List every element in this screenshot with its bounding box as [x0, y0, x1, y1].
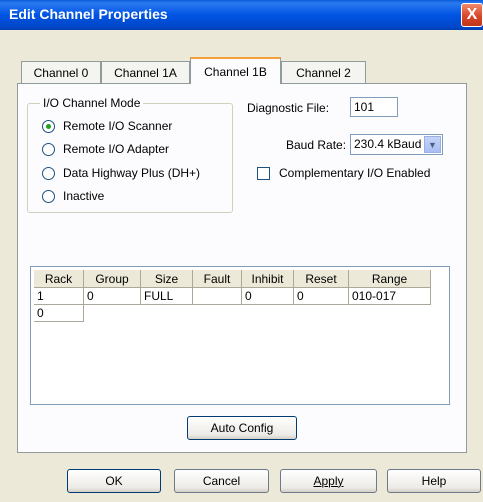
table-cell-fault[interactable] — [193, 288, 242, 305]
radio-label-remote-io-scanner: Remote I/O Scanner — [63, 119, 173, 133]
table-cell-size[interactable]: FULL — [141, 288, 193, 305]
column-header-rack[interactable]: Rack — [34, 270, 84, 288]
radio-remote-io-scanner[interactable] — [42, 120, 55, 133]
column-header-range[interactable]: Range — [349, 270, 431, 288]
column-header-group[interactable]: Group — [84, 270, 141, 288]
auto-config-button[interactable]: Auto Config — [187, 416, 297, 440]
radio-inactive[interactable] — [42, 190, 55, 203]
complementary-io-label: Complementary I/O Enabled — [279, 166, 431, 180]
tab-channel-1b[interactable]: Channel 1B — [190, 57, 281, 84]
tab-channel-1a[interactable]: Channel 1A — [101, 61, 190, 83]
apply-button-label: Apply — [313, 474, 344, 488]
io-channel-mode-label: I/O Channel Mode — [40, 96, 144, 110]
table-new-row-rack[interactable]: 0 — [34, 305, 84, 322]
diagnostic-file-label: Diagnostic File: — [247, 101, 330, 115]
table-cell-reset[interactable]: 0 — [294, 288, 349, 305]
table-cell-rack[interactable]: 1 — [34, 288, 84, 305]
window-title: Edit Channel Properties — [9, 6, 168, 22]
baud-rate-select[interactable]: 230.4 kBaud ▼ — [350, 134, 443, 155]
complementary-io-checkbox[interactable] — [257, 167, 270, 180]
help-button[interactable]: Help — [387, 469, 481, 493]
table-cell-range[interactable]: 010-017 — [349, 288, 431, 305]
column-header-size[interactable]: Size — [141, 270, 193, 288]
table-cell-inhibit[interactable]: 0 — [242, 288, 294, 305]
table-cell-group[interactable]: 0 — [84, 288, 141, 305]
radio-label-data-highway-plus: Data Highway Plus (DH+) — [63, 166, 201, 180]
baud-rate-value: 230.4 kBaud — [354, 137, 422, 151]
column-header-inhibit[interactable]: Inhibit — [242, 270, 294, 288]
tab-channel-0[interactable]: Channel 0 — [21, 61, 101, 83]
ok-button[interactable]: OK — [67, 469, 161, 493]
radio-data-highway-plus[interactable] — [42, 167, 55, 180]
radio-remote-io-adapter[interactable] — [42, 143, 55, 156]
baud-rate-label: Baud Rate: — [286, 138, 347, 152]
apply-button[interactable]: Apply — [280, 469, 377, 493]
radio-label-inactive: Inactive — [63, 189, 105, 203]
chevron-down-icon[interactable]: ▼ — [424, 136, 441, 153]
radio-label-remote-io-adapter: Remote I/O Adapter — [63, 142, 170, 156]
close-button[interactable]: X — [461, 3, 483, 27]
diagnostic-file-input[interactable]: 101 — [350, 97, 398, 117]
tab-channel-2[interactable]: Channel 2 — [281, 61, 366, 83]
cancel-button[interactable]: Cancel — [174, 469, 269, 493]
column-header-reset[interactable]: Reset — [294, 270, 349, 288]
column-header-fault[interactable]: Fault — [193, 270, 242, 288]
